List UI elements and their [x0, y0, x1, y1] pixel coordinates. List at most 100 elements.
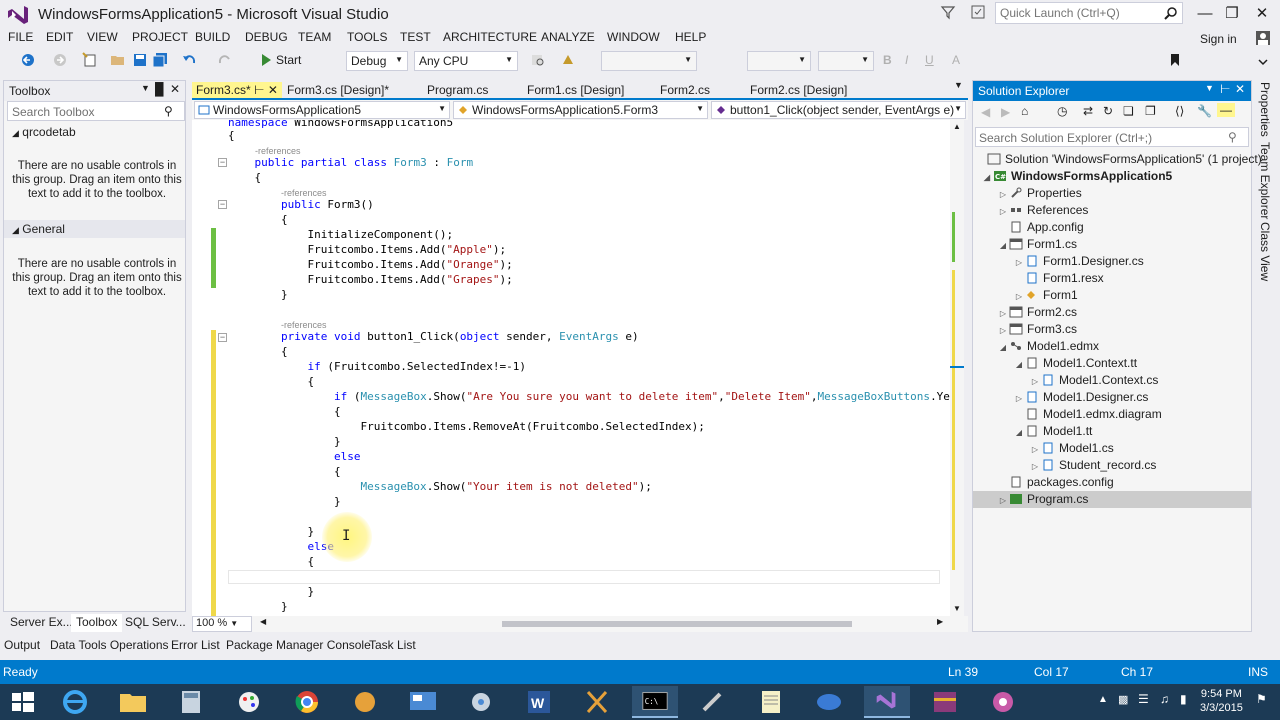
notifications-flag-icon[interactable]: ⚑: [1256, 692, 1267, 706]
solution-platform-dropdown[interactable]: Any CPU ▼: [414, 51, 518, 71]
tree-item-references[interactable]: ▷ References: [997, 202, 1088, 219]
open-file-icon[interactable]: [110, 52, 126, 68]
tab-package-manager-console[interactable]: Package Manager Console: [226, 638, 371, 652]
tab-properties[interactable]: Properties: [1258, 82, 1272, 137]
media-app-icon[interactable]: [342, 686, 388, 718]
account-icon[interactable]: [1255, 30, 1271, 46]
tab-error-list[interactable]: Error List: [171, 638, 220, 652]
file-explorer-icon[interactable]: [110, 686, 156, 718]
refresh-icon[interactable]: ↻: [1103, 104, 1113, 118]
volume-icon[interactable]: ♫: [1160, 692, 1169, 706]
menu-help[interactable]: HELP: [675, 30, 706, 44]
tree-item-model1-context-tt[interactable]: ◢ Model1.Context.tt: [1013, 355, 1137, 372]
tree-item-form1-class[interactable]: ▷ Form1: [1013, 287, 1078, 304]
tree-item-student-record-cs[interactable]: ▷ Student_record.cs: [1029, 457, 1156, 474]
home-icon[interactable]: ⌂: [1021, 104, 1028, 118]
tree-item-project[interactable]: ◢ C# WindowsFormsApplication5: [981, 168, 1172, 185]
tree-item-model1-tt[interactable]: ◢ Model1.tt: [1013, 423, 1092, 440]
horizontal-scroll-thumb[interactable]: [502, 621, 852, 627]
wifi-icon[interactable]: ☰: [1138, 692, 1149, 706]
tree-item-form2-cs[interactable]: ▷ Form2.cs: [997, 304, 1077, 321]
toolbox-group-general[interactable]: ◢ General: [4, 220, 185, 238]
tree-item-model1-cs[interactable]: ▷ Model1.cs: [1029, 440, 1114, 457]
tree-item-model1-edmx[interactable]: ◢ Model1.edmx: [997, 338, 1099, 355]
sign-in-link[interactable]: Sign in: [1200, 32, 1237, 46]
menu-project[interactable]: PROJECT: [132, 30, 188, 44]
scroll-right-icon[interactable]: ▶: [937, 617, 943, 626]
toolbox-group-qrcodetab[interactable]: ◢ qrcodetab: [4, 123, 185, 141]
visual-studio-taskbar-icon[interactable]: [864, 686, 910, 718]
redo-icon[interactable]: [216, 52, 232, 68]
tree-item-form1-resx[interactable]: Form1.resx: [1013, 270, 1104, 287]
tool-app-icon[interactable]: [690, 686, 736, 718]
close-panel-icon[interactable]: ✕: [170, 82, 180, 96]
tab-form2-cs[interactable]: Form2.cs: [657, 82, 713, 98]
solution-explorer-search-field[interactable]: Search Solution Explorer (Ctrl+;) ⚲: [975, 127, 1249, 147]
restore-button[interactable]: ❐: [1215, 2, 1249, 26]
tab-toolbox[interactable]: Toolbox: [71, 614, 123, 632]
snipping-tool-icon[interactable]: [574, 686, 620, 718]
tab-output[interactable]: Output: [4, 638, 40, 652]
close-tab-icon[interactable]: ✕: [268, 83, 278, 97]
back-nav-icon[interactable]: [20, 52, 36, 68]
toolbar-options-icon[interactable]: [560, 52, 576, 68]
word-icon[interactable]: W: [516, 686, 562, 718]
tree-item-program-cs[interactable]: ▷ Program.cs: [973, 491, 1251, 508]
tab-sql-server[interactable]: SQL Serv...: [120, 614, 191, 632]
menu-team[interactable]: TEAM: [298, 30, 331, 44]
class-dropdown[interactable]: WindowsFormsApplication5.Form3 ▼: [453, 101, 708, 119]
show-hidden-icons-icon[interactable]: ▲: [1098, 694, 1108, 705]
tree-item-model1-edmx-diagram[interactable]: Model1.edmx.diagram: [1013, 406, 1162, 423]
tree-item-packages-config[interactable]: packages.config: [997, 474, 1114, 491]
menu-architecture[interactable]: ARCHITECTURE: [443, 30, 537, 44]
remote-desktop-icon[interactable]: [400, 686, 446, 718]
undo-icon[interactable]: [182, 52, 198, 68]
editor-vertical-scrollbar[interactable]: ▲ ▼: [950, 120, 964, 616]
command-prompt-icon[interactable]: C:\: [632, 686, 678, 718]
fold-toggle[interactable]: −: [218, 200, 227, 209]
tree-item-form3-cs[interactable]: ▷ Form3.cs: [997, 321, 1077, 338]
tree-item-form1-designer[interactable]: ▷ Form1.Designer.cs: [1013, 253, 1144, 270]
tab-team-explorer[interactable]: Team Explorer: [1258, 142, 1272, 219]
show-all-files-icon[interactable]: ❐: [1145, 104, 1156, 118]
browser-app-icon[interactable]: [980, 686, 1026, 718]
close-button[interactable]: ✕: [1245, 2, 1279, 26]
solution-configuration-dropdown[interactable]: Debug ▼: [346, 51, 408, 71]
forward-icon[interactable]: ▶: [1001, 105, 1010, 119]
tree-item-properties[interactable]: ▷ Properties: [997, 185, 1082, 202]
battery-icon[interactable]: ▮: [1180, 692, 1187, 706]
pin-icon[interactable]: █: [155, 82, 164, 96]
tree-item-form1-cs[interactable]: ◢ Form1.cs: [997, 236, 1077, 253]
tree-item-solution[interactable]: Solution 'WindowsFormsApplication5' (1 p…: [975, 151, 1262, 168]
tab-form3-design[interactable]: Form3.cs [Design]*: [284, 82, 392, 98]
start-button[interactable]: Start: [276, 53, 301, 67]
menu-analyze[interactable]: ANALYZE: [541, 30, 595, 44]
menu-edit[interactable]: EDIT: [46, 30, 73, 44]
windows-start-icon[interactable]: [0, 686, 46, 718]
tab-program-cs[interactable]: Program.cs: [424, 82, 491, 98]
close-panel-icon[interactable]: ✕: [1235, 82, 1245, 96]
notepad-icon[interactable]: [748, 686, 794, 718]
menu-file[interactable]: FILE: [8, 30, 33, 44]
tree-item-model1-context-cs[interactable]: ▷ Model1.Context.cs: [1029, 372, 1158, 389]
properties-icon[interactable]: 🔧: [1197, 104, 1212, 118]
menu-view[interactable]: VIEW: [87, 30, 118, 44]
tab-form1-design[interactable]: Form1.cs [Design]: [524, 82, 627, 98]
pending-changes-icon[interactable]: ◷: [1057, 104, 1067, 118]
network-icon[interactable]: ▩: [1118, 693, 1128, 706]
toolbox-search-field[interactable]: Search Toolbox ⚲: [7, 101, 185, 121]
preview-selected-icon[interactable]: —: [1217, 103, 1235, 117]
panel-menu-icon[interactable]: ▼: [141, 83, 150, 93]
toolbar-overflow-icon[interactable]: [1255, 52, 1271, 68]
view-code-icon[interactable]: ⟨⟩: [1175, 104, 1184, 118]
zoom-dropdown[interactable]: 100 % ▼: [192, 616, 252, 632]
pin-icon[interactable]: ⊢: [1220, 82, 1230, 96]
notifications-icon[interactable]: [970, 4, 986, 20]
archive-app-icon[interactable]: [922, 686, 968, 718]
sync-icon[interactable]: ⇄: [1083, 104, 1093, 118]
quick-launch-box[interactable]: [995, 2, 1183, 24]
paint-icon[interactable]: [226, 686, 272, 718]
quick-launch-input[interactable]: [1000, 4, 1160, 22]
tab-form2-design[interactable]: Form2.cs [Design]: [747, 82, 850, 98]
settings-tool-icon[interactable]: [458, 686, 504, 718]
